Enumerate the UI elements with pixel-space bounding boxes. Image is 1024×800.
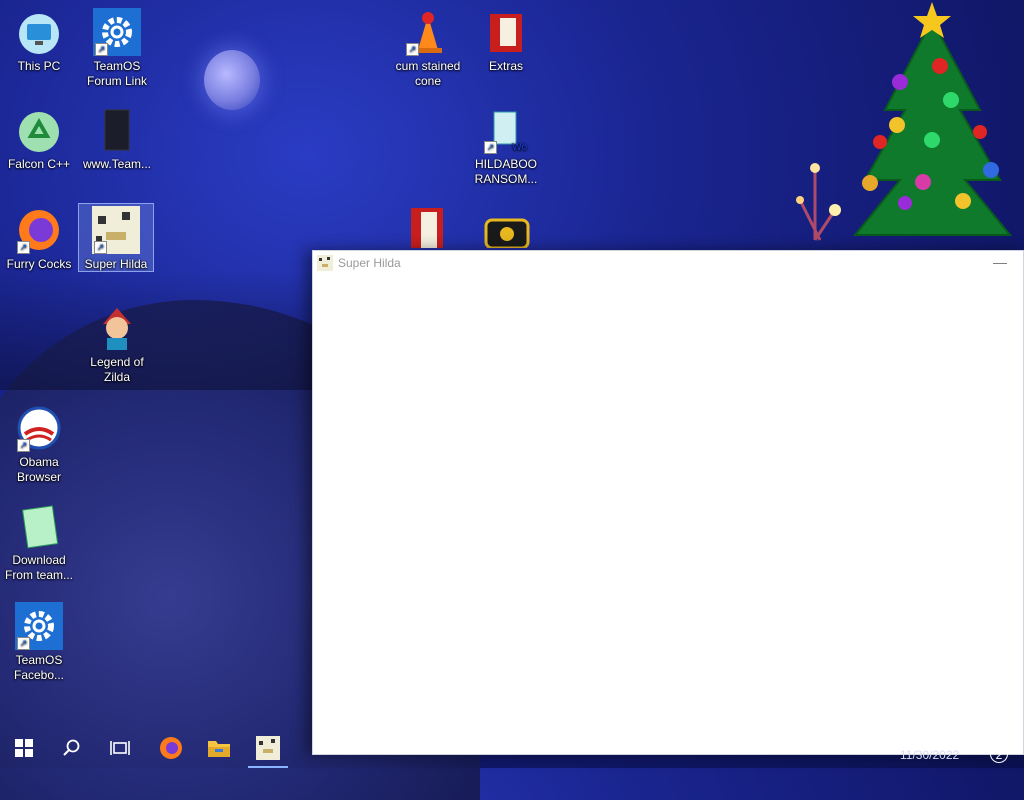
recycle-icon <box>15 106 63 154</box>
notepad-icon <box>15 502 63 550</box>
taskbar <box>0 728 1024 768</box>
search-button[interactable] <box>48 728 96 768</box>
monitor-icon <box>15 8 63 56</box>
partial-red-book-icon[interactable] <box>407 206 449 248</box>
desktop-icon-cum-stained-cone[interactable]: ↗ cum stained cone <box>391 2 465 89</box>
moon-decoration <box>204 50 260 110</box>
taskbar-clock[interactable]: 11/30/2022 <box>900 748 959 762</box>
windows-logo-icon <box>15 739 33 757</box>
window-title: Super Hilda <box>338 256 401 270</box>
candles-decoration <box>796 163 841 241</box>
shortcut-arrow-icon: ↗ <box>17 637 30 650</box>
svg-text:Wo: Wo <box>512 142 527 153</box>
desktop-icon-hildaboo-ransom[interactable]: Wo ↗ HILDABOO RANSOM... <box>469 100 543 187</box>
window-content-area[interactable] <box>313 275 1023 754</box>
notification-badge[interactable]: 2 <box>990 745 1008 763</box>
folder-icon <box>208 741 230 757</box>
desktop-icon-legend-of-zilda[interactable]: Legend of Zilda <box>80 298 154 385</box>
desktop-icon-download-from-team[interactable]: Download From team... <box>2 496 76 583</box>
start-button[interactable] <box>0 728 48 768</box>
shortcut-arrow-icon: ↗ <box>95 43 108 56</box>
desktop-icon-falcon-cpp[interactable]: Falcon C++ <box>2 100 76 172</box>
shortcut-arrow-icon: ↗ <box>484 141 497 154</box>
desktop-icon-this-pc[interactable]: This PC <box>2 2 76 74</box>
firefox-icon <box>160 737 182 759</box>
gear-icon: ↗ <box>93 8 141 56</box>
shortcut-arrow-icon: ↗ <box>406 43 419 56</box>
firefox-icon: ↗ <box>15 206 63 254</box>
desktop-icon-teamos-facebook[interactable]: ↗ TeamOS Facebo... <box>2 596 76 683</box>
super-hilda-window[interactable]: Super Hilda — <box>312 250 1024 755</box>
scroll-icon: Wo ↗ <box>482 106 530 154</box>
pixel-cat-icon <box>317 255 333 271</box>
desktop-icon-teamos-forum-link[interactable]: ↗ TeamOS Forum Link <box>80 2 154 89</box>
task-view-button[interactable] <box>96 728 144 768</box>
elf-character-icon <box>93 304 141 352</box>
window-titlebar[interactable]: Super Hilda <box>313 251 1023 275</box>
shortcut-arrow-icon: ↗ <box>94 241 107 254</box>
task-view-icon <box>110 741 130 755</box>
desktop-icon-obama-browser[interactable]: ↗ Obama Browser <box>2 398 76 485</box>
red-book-icon <box>482 8 530 56</box>
taskbar-file-explorer[interactable] <box>195 728 243 768</box>
desktop-icon-extras[interactable]: Extras <box>469 2 543 74</box>
desktop-icon-www-team[interactable]: www.Team... <box>80 100 154 172</box>
minimize-button[interactable]: — <box>977 251 1023 275</box>
background-trees <box>0 270 320 390</box>
desktop-icon-super-hilda[interactable]: ↗ Super Hilda <box>78 203 154 272</box>
christmas-tree-decoration <box>852 2 1013 236</box>
gear-icon: ↗ <box>15 602 63 650</box>
pixel-cat-icon: ↗ <box>92 206 140 254</box>
shortcut-arrow-icon: ↗ <box>17 241 30 254</box>
desktop-icon-furry-cocks[interactable]: ↗ Furry Cocks <box>2 200 76 272</box>
taskbar-firefox[interactable] <box>147 728 195 768</box>
partial-camera-icon[interactable] <box>484 212 530 250</box>
taskbar-super-hilda[interactable] <box>244 728 292 768</box>
shortcut-arrow-icon: ↗ <box>17 439 30 452</box>
file-icon <box>93 106 141 154</box>
obama-logo-icon: ↗ <box>15 404 63 452</box>
search-icon <box>63 739 80 756</box>
vlc-cone-icon: ↗ <box>404 8 452 56</box>
pixel-cat-icon <box>256 736 280 760</box>
